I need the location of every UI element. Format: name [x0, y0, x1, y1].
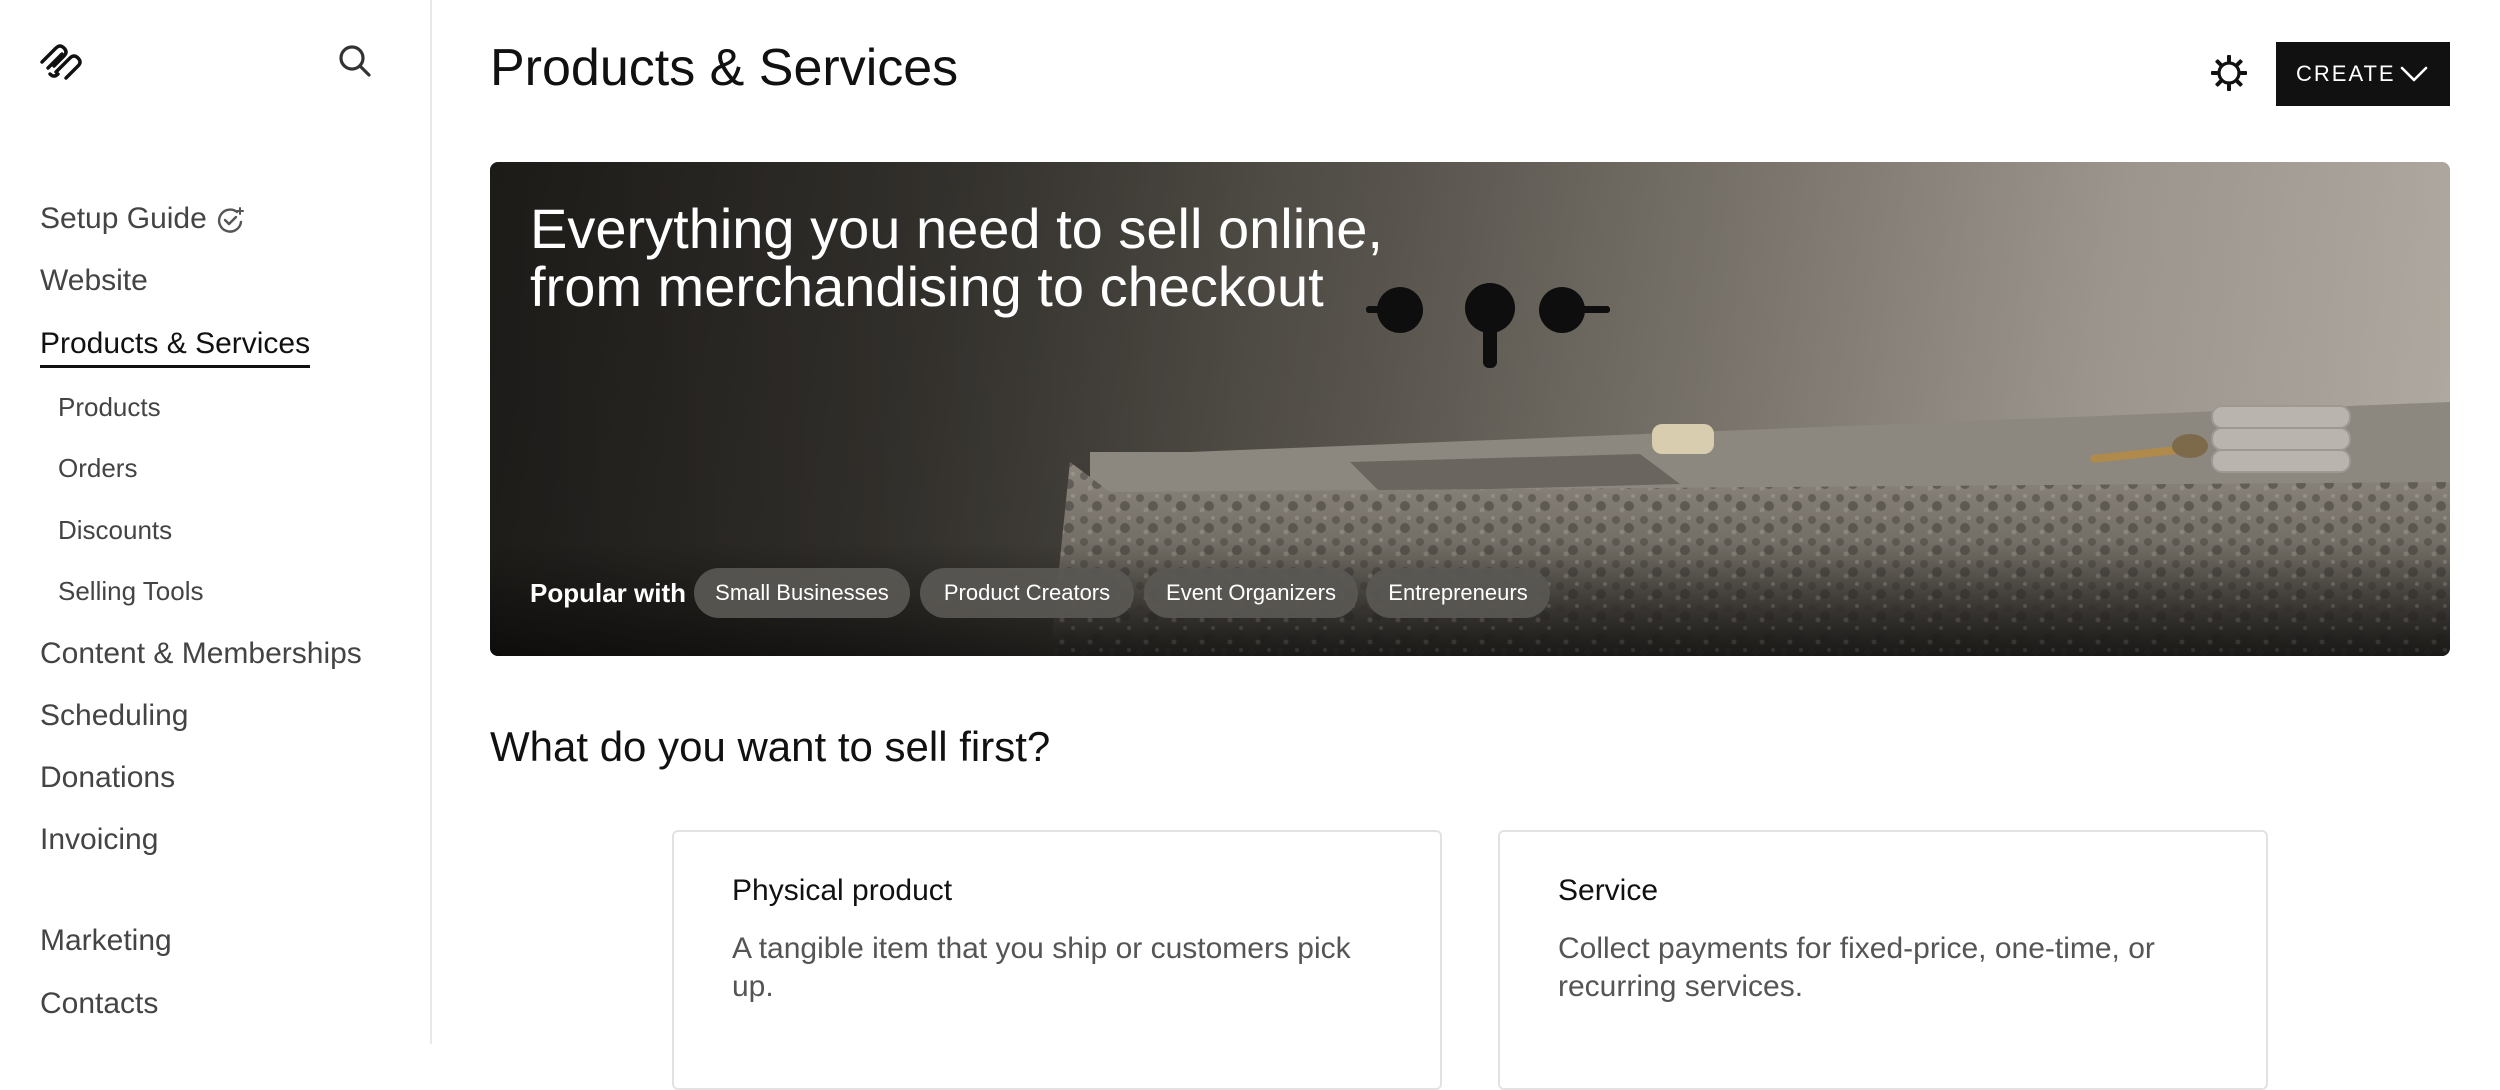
sidebar-subitem-orders[interactable]: Orders	[58, 451, 137, 485]
hero-heading-line-2: from merchandising to checkout	[530, 255, 1324, 318]
sidebar-item-products-services[interactable]: Products & Services	[40, 325, 311, 368]
tag-small-businesses[interactable]: Small Businesses	[694, 568, 910, 618]
hero-heading-line-1: Everything you need to sell online,	[530, 197, 1383, 260]
sidebar-item-contacts[interactable]: Contacts	[40, 985, 158, 1023]
card-physical-product[interactable]: Physical product A tangible item that yo…	[672, 830, 1442, 1090]
create-button-label: CREATE	[2296, 61, 2396, 86]
gear-icon[interactable]	[2210, 54, 2248, 92]
create-button[interactable]: CREATE	[2276, 42, 2450, 106]
tag-entrepreneurs[interactable]: Entrepreneurs	[1366, 568, 1550, 618]
card-title: Service	[1558, 874, 1659, 907]
sidebar: Setup Guide Website Products & Services …	[0, 0, 432, 1044]
card-service[interactable]: Service Collect payments for fixed-price…	[1498, 830, 2268, 1090]
tag-event-organizers[interactable]: Event Organizers	[1144, 568, 1358, 618]
hero-heading: Everything you need to sell online, from…	[530, 200, 1430, 316]
card-description: Collect payments for fixed-price, one-ti…	[1558, 932, 2155, 1003]
tag-product-creators[interactable]: Product Creators	[920, 568, 1134, 618]
sidebar-subitem-selling-tools[interactable]: Selling Tools	[58, 574, 204, 608]
search-icon[interactable]	[334, 40, 376, 82]
chevron-down-icon	[2400, 66, 2428, 82]
sparkle-check-icon	[217, 207, 244, 233]
sidebar-item-donations[interactable]: Donations	[40, 759, 175, 797]
sidebar-item-invoicing[interactable]: Invoicing	[40, 821, 158, 859]
sidebar-subitem-discounts[interactable]: Discounts	[58, 513, 172, 547]
sidebar-item-setup-guide[interactable]: Setup Guide	[40, 200, 245, 238]
sidebar-item-marketing[interactable]: Marketing	[40, 922, 172, 960]
squarespace-logo-icon[interactable]	[38, 42, 82, 80]
sidebar-item-scheduling[interactable]: Scheduling	[40, 697, 188, 735]
hero-banner: Everything you need to sell online, from…	[490, 162, 2450, 656]
sidebar-item-label: Setup Guide	[40, 202, 207, 235]
sidebar-item-website[interactable]: Website	[40, 262, 148, 300]
card-description: A tangible item that you ship or custome…	[732, 932, 1351, 1003]
section-title: What do you want to sell first?	[490, 723, 1051, 770]
popular-with-label: Popular with	[530, 578, 686, 608]
sidebar-subitem-products[interactable]: Products	[58, 390, 161, 424]
card-title: Physical product	[732, 874, 953, 907]
sidebar-item-content-memberships[interactable]: Content & Memberships	[40, 635, 362, 673]
page-title: Products & Services	[490, 39, 959, 97]
